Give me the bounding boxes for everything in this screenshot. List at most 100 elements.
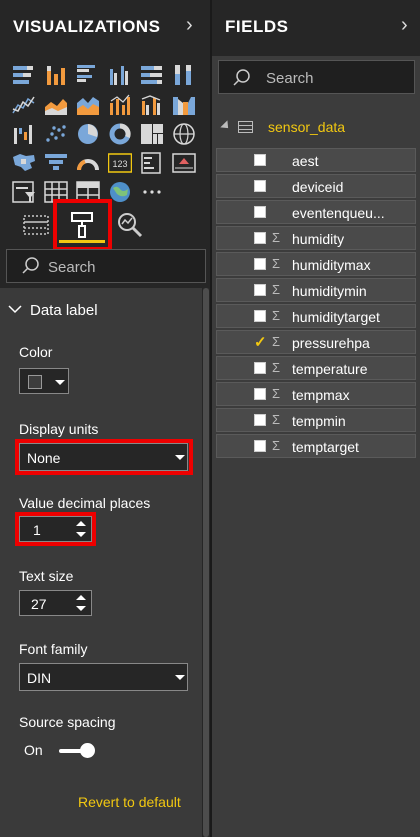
slicer-icon[interactable] <box>12 180 36 204</box>
toggle-knob[interactable] <box>80 743 95 758</box>
waterfall-icon[interactable] <box>12 122 36 146</box>
sum-icon: Σ <box>272 256 281 271</box>
field-row[interactable]: Σhumiditymin <box>216 278 416 302</box>
display-units-highlight <box>15 439 193 475</box>
100-column-icon[interactable] <box>172 63 196 87</box>
search-icon <box>22 257 39 274</box>
field-checkbox[interactable] <box>254 414 266 426</box>
field-row[interactable]: eventenqueu... <box>216 200 416 224</box>
field-checkbox[interactable] <box>254 440 266 452</box>
field-checkbox-checked[interactable]: ✓ <box>254 333 267 351</box>
field-checkbox[interactable] <box>254 310 266 322</box>
donut-chart-icon[interactable] <box>108 122 132 146</box>
fields-search-placeholder: Search <box>266 70 314 87</box>
field-row[interactable]: Σhumiditymax <box>216 252 416 276</box>
sum-icon: Σ <box>272 230 281 245</box>
sum-icon: Σ <box>272 360 281 375</box>
kpi-icon[interactable] <box>172 151 196 175</box>
visualizations-title: VISUALIZATIONS <box>13 17 161 36</box>
field-name: aest <box>292 153 319 169</box>
field-checkbox[interactable] <box>254 388 266 400</box>
stacked-bar-icon[interactable] <box>12 63 36 87</box>
sum-icon: Σ <box>272 438 281 453</box>
format-tab-highlight <box>53 199 112 251</box>
line-chart-icon[interactable] <box>12 93 36 117</box>
treemap-icon[interactable] <box>140 122 164 146</box>
table-node[interactable]: sensor_data <box>212 114 420 140</box>
increment-icon[interactable] <box>76 595 86 600</box>
text-size-value: 27 <box>31 596 47 612</box>
format-scrollbar[interactable] <box>203 288 209 837</box>
field-name: temptarget <box>292 439 359 455</box>
field-checkbox[interactable] <box>254 258 266 270</box>
field-name: eventenqueu... <box>292 205 385 221</box>
scatter-icon[interactable] <box>44 122 68 146</box>
field-checkbox[interactable] <box>254 362 266 374</box>
fields-well-icon <box>23 215 49 235</box>
field-row[interactable]: Σtempmin <box>216 408 416 432</box>
stacked-area-icon[interactable] <box>76 93 100 117</box>
visualizations-header: VISUALIZATIONS › <box>0 0 210 56</box>
multirow-card-icon[interactable] <box>140 151 164 175</box>
ribbon-chart-icon[interactable] <box>172 93 196 117</box>
field-row[interactable]: ✓ Σpressurehpa <box>216 330 416 354</box>
chevron-down-icon <box>8 305 22 314</box>
expand-triangle-icon[interactable] <box>220 120 232 132</box>
field-name: deviceid <box>292 179 344 195</box>
100-bar-icon[interactable] <box>140 63 164 87</box>
field-checkbox[interactable] <box>254 206 266 218</box>
font-family-dropdown[interactable]: DIN <box>19 663 188 691</box>
area-chart-icon[interactable] <box>44 93 68 117</box>
funnel-icon[interactable] <box>44 151 68 175</box>
scrollbar-thumb[interactable] <box>203 288 209 837</box>
field-name: tempmax <box>292 387 350 403</box>
collapse-visualizations-chevron-icon[interactable]: › <box>186 14 193 37</box>
color-picker-button[interactable] <box>19 368 69 394</box>
color-label: Color <box>19 344 53 360</box>
line-clustered-column-icon[interactable] <box>140 93 164 117</box>
field-row[interactable]: Σtempmax <box>216 382 416 406</box>
field-row[interactable]: Σtemperature <box>216 356 416 380</box>
decimal-places-label: Value decimal places <box>19 495 151 511</box>
field-row[interactable]: Σhumiditytarget <box>216 304 416 328</box>
clustered-column-icon[interactable] <box>108 63 132 87</box>
card-icon[interactable]: 123 <box>108 151 132 175</box>
globe-map-icon[interactable] <box>172 122 196 146</box>
sum-icon: Σ <box>272 412 281 427</box>
line-column-icon[interactable] <box>108 93 132 117</box>
field-checkbox[interactable] <box>254 284 266 296</box>
visualizations-pane: VISUALIZATIONS › 123 Search Data label C… <box>0 0 210 837</box>
text-size-spinner[interactable]: 27 <box>19 590 92 616</box>
field-row[interactable]: Σtemptarget <box>216 434 416 458</box>
field-row[interactable]: aest <box>216 148 416 172</box>
field-checkbox[interactable] <box>254 180 266 192</box>
field-checkbox[interactable] <box>254 154 266 166</box>
revert-to-default-link[interactable]: Revert to default <box>78 794 181 810</box>
field-row[interactable]: deviceid <box>216 174 416 198</box>
source-spacing-label: Source spacing <box>19 714 116 730</box>
search-icon <box>233 69 250 86</box>
data-label-section-header[interactable]: Data label <box>0 296 202 326</box>
more-visuals-icon[interactable] <box>140 180 164 204</box>
stacked-column-icon[interactable] <box>44 63 68 87</box>
gauge-icon[interactable] <box>76 151 100 175</box>
field-name: humidity <box>292 231 345 247</box>
sum-icon: Σ <box>272 282 281 297</box>
table-name: sensor_data <box>268 119 346 135</box>
filled-map-icon[interactable] <box>12 151 36 175</box>
sum-icon: Σ <box>272 308 281 323</box>
decrement-icon[interactable] <box>76 606 86 611</box>
decimal-places-highlight <box>15 512 96 546</box>
format-search-box[interactable]: Search <box>6 249 206 283</box>
field-name: humiditymin <box>292 283 367 299</box>
toggle-state-label: On <box>24 742 43 758</box>
field-row[interactable]: Σhumidity <box>216 226 416 250</box>
pie-chart-icon[interactable] <box>76 122 100 146</box>
field-checkbox[interactable] <box>254 232 266 244</box>
color-swatch <box>28 375 42 389</box>
collapse-fields-chevron-icon[interactable]: › <box>401 14 408 37</box>
fields-search-box[interactable]: Search <box>218 60 415 94</box>
field-name: pressurehpa <box>292 335 370 351</box>
table-icon <box>238 121 253 133</box>
clustered-bar-icon[interactable] <box>76 63 100 87</box>
